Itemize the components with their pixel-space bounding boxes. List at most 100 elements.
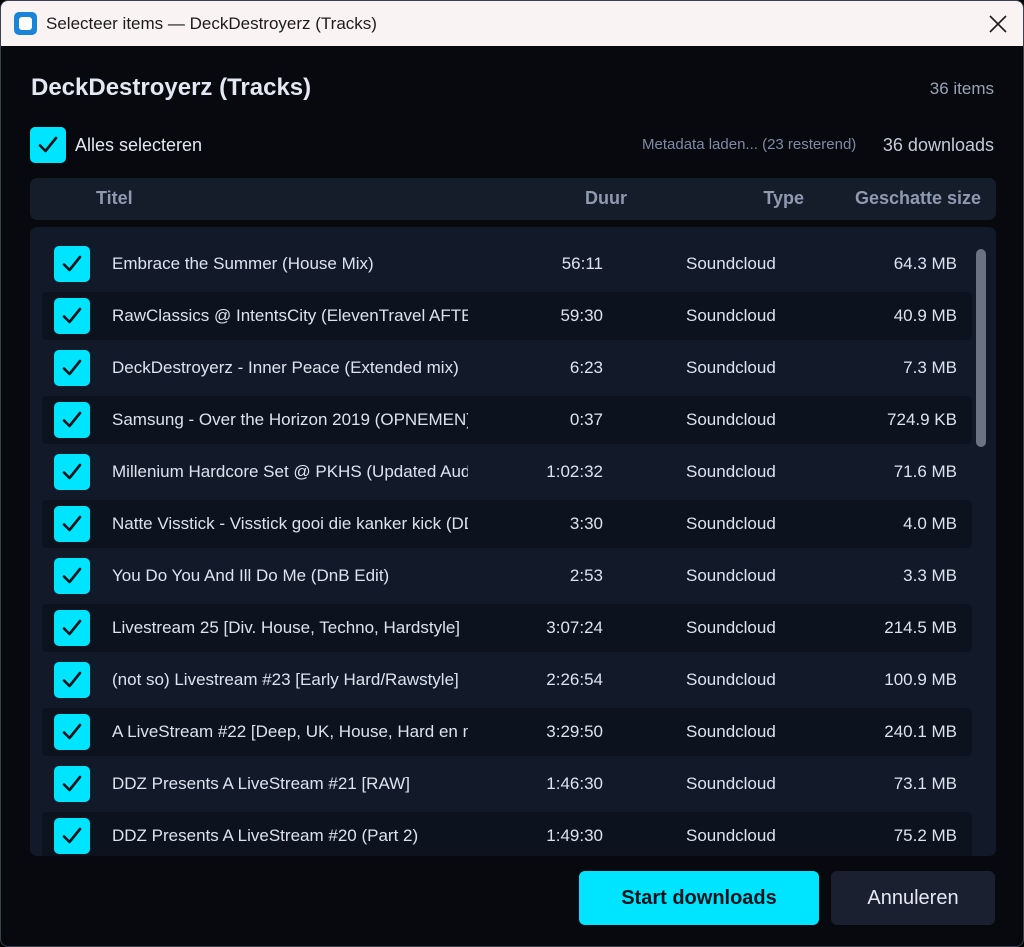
checkmark-icon xyxy=(62,567,82,584)
row-title: Natte Visstick - Visstick gooi die kanke… xyxy=(112,514,468,533)
select-all-checkbox[interactable]: Alles selecteren xyxy=(30,127,202,163)
table-row[interactable]: DeckDestroyerz - Inner Peace (Extended m… xyxy=(42,344,972,392)
checkbox-checked[interactable] xyxy=(30,127,66,163)
row-title: DeckDestroyerz - Inner Peace (Extended m… xyxy=(112,358,459,377)
row-duration: 3:29:50 xyxy=(546,722,603,741)
checkmark-icon xyxy=(38,136,58,153)
row-duration: 3:30 xyxy=(569,514,603,533)
row-type: Soundcloud xyxy=(686,618,776,637)
row-checkbox[interactable] xyxy=(54,662,90,698)
row-duration: 3:07:24 xyxy=(546,618,603,637)
start-downloads-button[interactable]: Start downloads xyxy=(579,871,819,925)
checkmark-icon xyxy=(62,359,82,376)
row-title: Samsung - Over the Horizon 2019 (OPNEMEN… xyxy=(112,410,468,429)
row-type: Soundcloud xyxy=(686,462,776,481)
title-bar: Selecteer items — DeckDestroyerz (Tracks… xyxy=(1,1,1023,46)
item-count: 36 items xyxy=(929,79,994,98)
row-duration: 1:49:30 xyxy=(546,826,603,845)
row-type: Soundcloud xyxy=(686,254,776,273)
table-row[interactable]: Millenium Hardcore Set @ PKHS (Updated A… xyxy=(42,448,972,496)
row-duration: 2:26:54 xyxy=(546,670,603,689)
row-title: RawClassics @ IntentsCity (ElevenTravel … xyxy=(112,306,468,325)
row-size: 4.0 MB xyxy=(903,514,957,533)
track-list: Embrace the Summer (House Mix) 56:11 Sound… xyxy=(30,227,996,856)
row-checkbox[interactable] xyxy=(54,818,90,854)
checkmark-icon xyxy=(62,515,82,532)
table-header: Titel Duur Type Geschatte size xyxy=(30,178,996,220)
row-size: 7.3 MB xyxy=(903,358,957,377)
row-checkbox[interactable] xyxy=(54,610,90,646)
dialog-window: Selecteer items — DeckDestroyerz (Tracks… xyxy=(0,0,1024,947)
checkmark-icon xyxy=(62,255,82,272)
cancel-button[interactable]: Annuleren xyxy=(831,871,995,925)
checkmark-icon xyxy=(62,619,82,636)
row-checkbox[interactable] xyxy=(54,350,90,386)
row-duration: 1:02:32 xyxy=(546,462,603,481)
row-duration: 6:23 xyxy=(569,358,603,377)
table-row[interactable]: A LiveStream #22 [Deep, UK, House, Hard … xyxy=(42,708,972,756)
close-button[interactable] xyxy=(981,7,1015,41)
row-size: 75.2 MB xyxy=(893,826,957,845)
row-type: Soundcloud xyxy=(686,410,776,429)
row-size: 3.3 MB xyxy=(903,566,957,585)
checkmark-icon xyxy=(62,775,82,792)
row-checkbox[interactable] xyxy=(54,558,90,594)
table-row[interactable]: DDZ Presents A LiveStream #20 (Part 2) 1:… xyxy=(42,812,972,856)
table-row[interactable]: You Do You And Ill Do Me (DnB Edit) 2:53 S… xyxy=(42,552,972,600)
table-row[interactable]: Samsung - Over the Horizon 2019 (OPNEMEN… xyxy=(42,396,972,444)
row-duration: 2:53 xyxy=(569,566,603,585)
row-title: A LiveStream #22 [Deep, UK, House, Hard … xyxy=(112,722,468,741)
checkmark-icon xyxy=(62,411,82,428)
table-row[interactable]: Natte Visstick - Visstick gooi die kanke… xyxy=(42,500,972,548)
downloads-count: 36 downloads xyxy=(882,135,994,155)
row-title: (not so) Livestream #23 [Early Hard/Raws… xyxy=(112,670,459,689)
row-checkbox[interactable] xyxy=(54,402,90,438)
app-icon xyxy=(14,12,37,35)
metadata-status: Metadata laden... (23 resterend) xyxy=(642,136,857,153)
column-header-size[interactable]: Geschatte size xyxy=(855,188,981,209)
row-size: 214.5 MB xyxy=(884,618,957,637)
scrollbar-thumb[interactable] xyxy=(976,249,986,447)
row-size: 64.3 MB xyxy=(893,254,957,273)
row-type: Soundcloud xyxy=(686,514,776,533)
row-type: Soundcloud xyxy=(686,722,776,741)
table-row[interactable]: RawClassics @ IntentsCity (ElevenTravel … xyxy=(42,292,972,340)
row-size: 71.6 MB xyxy=(893,462,957,481)
checkmark-icon xyxy=(62,827,82,844)
row-duration: 1:46:30 xyxy=(546,774,603,793)
checkmark-icon xyxy=(62,671,82,688)
row-checkbox[interactable] xyxy=(54,454,90,490)
column-header-type[interactable]: Type xyxy=(763,188,804,209)
row-checkbox[interactable] xyxy=(54,246,90,282)
row-type: Soundcloud xyxy=(686,670,776,689)
row-type: Soundcloud xyxy=(686,358,776,377)
row-duration: 0:37 xyxy=(569,410,603,429)
row-checkbox[interactable] xyxy=(54,506,90,542)
row-checkbox[interactable] xyxy=(54,298,90,334)
row-checkbox[interactable] xyxy=(54,766,90,802)
row-type: Soundcloud xyxy=(686,774,776,793)
close-icon xyxy=(989,15,1007,33)
row-title: Embrace the Summer (House Mix) xyxy=(112,254,374,273)
row-type: Soundcloud xyxy=(686,826,776,845)
row-type: Soundcloud xyxy=(686,306,776,325)
row-title: Millenium Hardcore Set @ PKHS (Updated A… xyxy=(112,462,468,481)
table-row[interactable]: Livestream 25 [Div. House, Techno, Hards… xyxy=(42,604,972,652)
checkmark-icon xyxy=(62,463,82,480)
row-title: DDZ Presents A LiveStream #21 [RAW] xyxy=(112,774,410,793)
checkmark-icon xyxy=(62,307,82,324)
row-type: Soundcloud xyxy=(686,566,776,585)
table-row[interactable]: (not so) Livestream #23 [Early Hard/Raws… xyxy=(42,656,972,704)
row-size: 100.9 MB xyxy=(884,670,957,689)
dialog-heading: DeckDestroyerz (Tracks) xyxy=(31,74,312,101)
table-row[interactable]: DDZ Presents A LiveStream #21 [RAW] 1:46:… xyxy=(42,760,972,808)
row-size: 240.1 MB xyxy=(884,722,957,741)
row-title: Livestream 25 [Div. House, Techno, Hards… xyxy=(112,618,461,637)
row-title: You Do You And Ill Do Me (DnB Edit) xyxy=(112,566,390,585)
column-header-title[interactable]: Titel xyxy=(96,188,133,209)
column-header-duration[interactable]: Duur xyxy=(585,188,627,209)
table-row[interactable]: Embrace the Summer (House Mix) 56:11 Sound… xyxy=(42,240,972,288)
row-size: 724.9 KB xyxy=(887,410,957,429)
row-checkbox[interactable] xyxy=(54,714,90,750)
select-all-label: Alles selecteren xyxy=(75,134,203,155)
